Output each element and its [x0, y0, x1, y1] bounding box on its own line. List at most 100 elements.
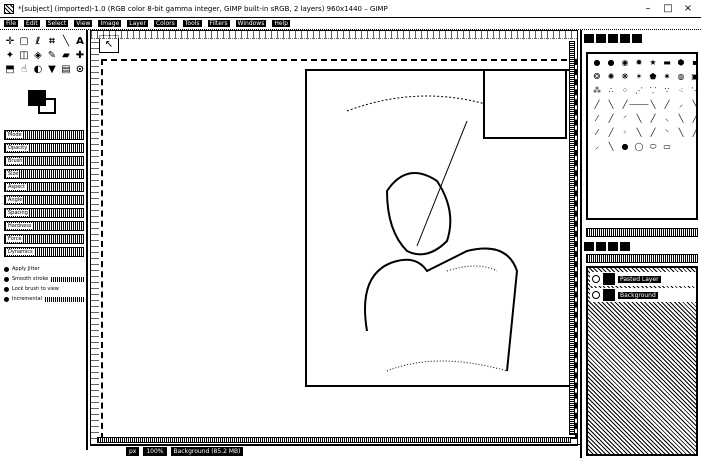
- brush-icon[interactable]: ◦: [619, 127, 631, 139]
- gradient-icon[interactable]: ▤: [60, 64, 72, 76]
- warp-icon[interactable]: ◈: [32, 50, 44, 62]
- brush-icon[interactable]: ●: [605, 57, 617, 69]
- paths-tab[interactable]: [608, 241, 618, 251]
- brush-icon[interactable]: ╲: [675, 127, 687, 139]
- menu-file[interactable]: File: [4, 20, 19, 27]
- brush-icon[interactable]: ✷: [661, 71, 673, 83]
- layer-mode-select[interactable]: [586, 254, 698, 263]
- brush-icon[interactable]: ╱: [661, 99, 673, 111]
- maximize-button[interactable]: □: [659, 2, 677, 16]
- brush-icon[interactable]: ✺: [605, 71, 617, 83]
- brush-icon[interactable]: ╲: [675, 113, 687, 125]
- brush-icon[interactable]: ╲: [633, 113, 645, 125]
- brush-icon[interactable]: ╱: [689, 113, 701, 125]
- brush-icon[interactable]: ╱: [591, 99, 603, 111]
- paintbrush-icon[interactable]: ✎: [46, 50, 58, 62]
- brush-icon[interactable]: ✶: [633, 71, 645, 83]
- brush-icon[interactable]: ◍: [675, 71, 687, 83]
- foreground-color[interactable]: [28, 90, 46, 106]
- brush-icon[interactable]: ⬟: [647, 71, 659, 83]
- brush-icon[interactable]: ⸪: [647, 85, 659, 97]
- option-smooth-stroke[interactable]: Smooth stroke: [4, 274, 84, 284]
- brush-icon[interactable]: ⸻: [629, 99, 649, 111]
- brush-icon[interactable]: ◯: [633, 141, 645, 153]
- brush-icon[interactable]: ⁖: [675, 85, 687, 97]
- gradients-tab[interactable]: [632, 33, 642, 43]
- brush-icon[interactable]: ⁄: [591, 113, 603, 125]
- option-angle[interactable]: Angle: [4, 195, 84, 205]
- paths-icon[interactable]: ╲: [60, 36, 72, 48]
- patterns-tab[interactable]: [596, 33, 606, 43]
- brush-icon[interactable]: ✹: [633, 57, 645, 69]
- undo-tab[interactable]: [620, 241, 630, 251]
- eraser-icon[interactable]: ▰: [60, 50, 72, 62]
- option-lock-brush[interactable]: Lock brush to view: [4, 284, 84, 294]
- color-picker-icon[interactable]: ⊙: [74, 64, 86, 76]
- brush-icon[interactable]: ⸝: [591, 141, 603, 153]
- rect-select-icon[interactable]: ▢: [18, 36, 30, 48]
- visibility-eye-icon[interactable]: [592, 275, 600, 283]
- brush-icon[interactable]: ╲: [605, 99, 617, 111]
- menu-image[interactable]: Image: [98, 20, 122, 27]
- menu-edit[interactable]: Edit: [24, 20, 40, 27]
- brush-icon[interactable]: ❂: [591, 71, 603, 83]
- option-opacity[interactable]: Opacity: [4, 143, 84, 153]
- brush-icon[interactable]: ❋: [619, 71, 631, 83]
- brush-icon[interactable]: ╲: [633, 127, 645, 139]
- brush-icon[interactable]: ⸌: [661, 127, 673, 139]
- brush-icon[interactable]: ╱: [647, 127, 659, 139]
- brush-icon[interactable]: ⸜: [661, 113, 673, 125]
- brush-icon[interactable]: ⸍: [619, 113, 631, 125]
- option-incremental[interactable]: Incremental: [4, 294, 84, 304]
- heal-icon[interactable]: ✚: [74, 50, 86, 62]
- layer-row[interactable]: Pasted Layer: [590, 272, 696, 286]
- menu-tools[interactable]: Tools: [182, 20, 202, 27]
- layers-tab[interactable]: [584, 241, 594, 251]
- brush-icon[interactable]: ◉: [619, 57, 631, 69]
- brush-icon[interactable]: ⬢: [675, 57, 687, 69]
- layer-row[interactable]: Background: [590, 288, 696, 302]
- option-dynamics[interactable]: Dynamics: [4, 247, 84, 257]
- brush-icon[interactable]: ╱: [689, 127, 701, 139]
- option-hardness[interactable]: Hardness: [4, 221, 84, 231]
- menu-filters[interactable]: Filters: [207, 20, 230, 27]
- bucket-icon[interactable]: ▼: [46, 64, 58, 76]
- menu-colors[interactable]: Colors: [153, 20, 177, 27]
- ruler-vertical[interactable]: [91, 39, 99, 445]
- menu-select[interactable]: Select: [45, 20, 69, 27]
- clone-icon[interactable]: ⬒: [4, 64, 16, 76]
- brush-icon[interactable]: ⋱: [689, 85, 701, 97]
- brush-icon[interactable]: ╱: [647, 113, 659, 125]
- unit-select[interactable]: px: [126, 447, 140, 456]
- brush-icon[interactable]: ▪: [689, 57, 701, 69]
- crop-icon[interactable]: ⌗: [46, 36, 58, 48]
- brush-icon[interactable]: ⁂: [591, 85, 603, 97]
- document-history-tab[interactable]: [620, 33, 630, 43]
- brush-icon[interactable]: ⬭: [647, 141, 659, 153]
- zoom-select[interactable]: 100%: [143, 447, 167, 456]
- transform-icon[interactable]: ◫: [18, 50, 30, 62]
- channels-tab[interactable]: [596, 241, 606, 251]
- brush-icon[interactable]: ⁄: [591, 127, 603, 139]
- brush-spacing-slider[interactable]: [586, 228, 698, 237]
- fg-bg-colors[interactable]: [28, 90, 58, 116]
- horizontal-scrollbar[interactable]: [97, 437, 571, 443]
- visibility-eye-icon[interactable]: [592, 291, 600, 299]
- dodge-icon[interactable]: ◐: [32, 64, 44, 76]
- brush-icon[interactable]: ★: [647, 57, 659, 69]
- option-force[interactable]: Force: [4, 234, 84, 244]
- option-spacing[interactable]: Spacing: [4, 208, 84, 218]
- navigation-popup[interactable]: [483, 69, 567, 139]
- menu-view[interactable]: View: [74, 20, 93, 27]
- option-apply-jitter[interactable]: Apply Jitter: [4, 264, 84, 274]
- option-mode[interactable]: Mode: [4, 130, 84, 140]
- brush-icon[interactable]: ⁘: [619, 85, 631, 97]
- brush-icon[interactable]: ╱: [605, 113, 617, 125]
- option-brush[interactable]: Brush: [4, 156, 84, 166]
- brush-icon[interactable]: ⋰: [633, 85, 645, 97]
- move-icon[interactable]: ✛: [4, 36, 16, 48]
- brush-icon[interactable]: ▬: [661, 57, 673, 69]
- brush-icon[interactable]: ●: [591, 57, 603, 69]
- brush-icon[interactable]: ╲: [689, 99, 701, 111]
- brush-icon[interactable]: ⸝: [675, 99, 687, 111]
